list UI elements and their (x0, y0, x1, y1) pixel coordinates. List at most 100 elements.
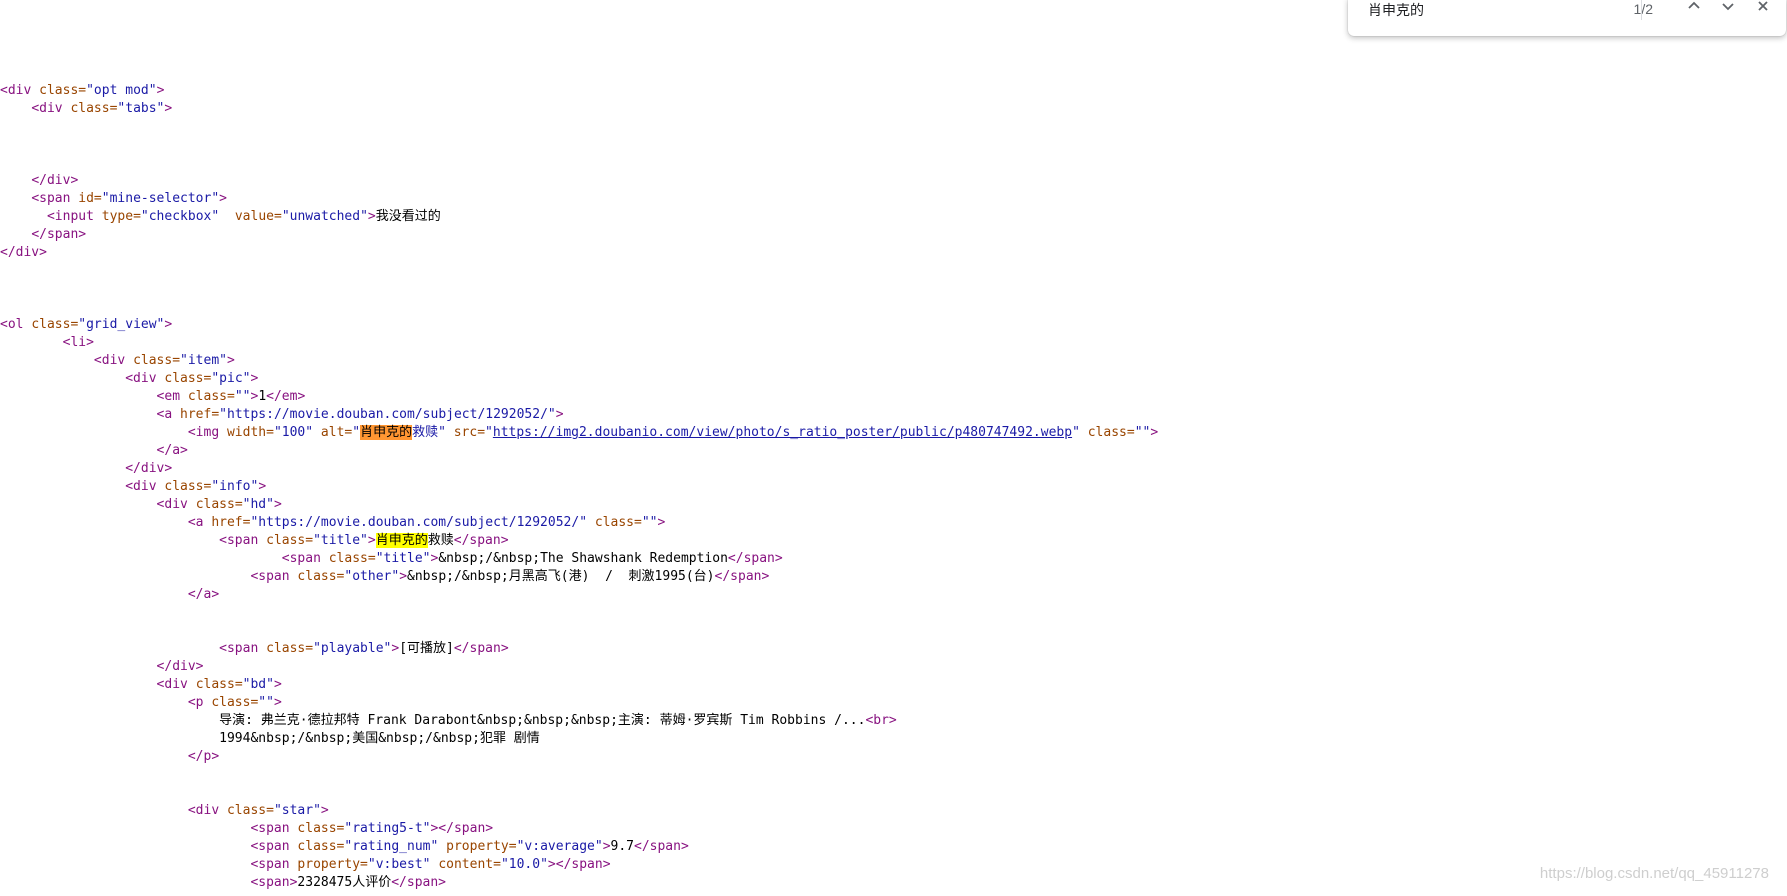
source-line: </div> (0, 460, 1158, 478)
find-next-button[interactable] (1716, 0, 1740, 18)
code-attr-name: class= (187, 389, 235, 404)
code-tag: <div (187, 803, 227, 818)
source-line: <em class="">1</em> (0, 388, 1158, 406)
code-attr-name: class= (328, 551, 376, 566)
code-tag: > (250, 371, 259, 386)
find-divider (1641, 0, 1642, 20)
source-line: <span class="rating5-t"></span> (0, 820, 1158, 838)
find-close-button[interactable] (1751, 0, 1775, 18)
code-attr-value: "hd" (242, 497, 274, 512)
code-text: 我没看过的 (375, 209, 441, 224)
code-link[interactable]: https://img2.doubanio.com/view/photo/s_r… (493, 425, 1072, 440)
code-attr-name: class= (164, 479, 212, 494)
code-attr-value: "100" (273, 425, 314, 440)
code-tag: > (555, 407, 564, 422)
source-line (0, 604, 1158, 622)
source-line: <div class="star"> (0, 802, 1158, 820)
code-tag: <a (156, 407, 181, 422)
code-tag: > (367, 533, 376, 548)
code-attr-name: alt= (320, 425, 353, 440)
code-tag: <span (250, 569, 298, 584)
find-prev-button[interactable] (1682, 0, 1706, 18)
find-highlight: 肖申克的 (375, 533, 428, 548)
source-line (0, 280, 1158, 298)
code-tag: > (273, 695, 282, 710)
code-tag: </a> (156, 443, 188, 458)
find-match-count: 1/2 (1633, 1, 1653, 17)
source-line (0, 766, 1158, 784)
source-line (0, 136, 1158, 154)
source-line (0, 262, 1158, 280)
code-tag: </div> (156, 659, 204, 674)
code-tag: > (164, 317, 173, 332)
code-tag: ></span> (430, 821, 494, 836)
source-line: <div class="opt mod"> (0, 82, 1158, 100)
source-line (0, 622, 1158, 640)
code-text: 救赎 (427, 533, 454, 548)
code-tag: <span (219, 641, 267, 656)
source-line: <div class="pic"> (0, 370, 1158, 388)
code-tag: </span> (453, 533, 509, 548)
code-attr-name: class= (211, 695, 259, 710)
code-tag: </span> (634, 839, 689, 854)
code-attr-value: "unwatched" (281, 209, 368, 224)
source-line: <span property="v:best" content="10.0"><… (0, 856, 1158, 874)
code-attr-name: property= (297, 857, 368, 872)
code-attr-value: " (352, 425, 361, 440)
code-tag: <input (46, 209, 102, 224)
source-line: <div class="hd"> (0, 496, 1158, 514)
code-tag: > (164, 101, 173, 116)
source-line: <span id="mine-selector"> (0, 190, 1158, 208)
code-attr-name: class= (594, 515, 642, 530)
code-attr-name: id= (78, 191, 102, 206)
code-tag: <span (281, 551, 329, 566)
code-attr-value: "info" (211, 479, 259, 494)
code-attr-name: class= (133, 353, 181, 368)
source-line: </p> (0, 748, 1158, 766)
code-attr-value: 救赎" (412, 425, 446, 440)
code-tag: > (602, 839, 611, 854)
code-tag: > (1150, 425, 1159, 440)
code-text: [可播放] (399, 641, 454, 656)
source-line: </a> (0, 586, 1158, 604)
code-tag: <div (125, 371, 165, 386)
code-attr-name: class= (31, 317, 79, 332)
code-tag: > (367, 209, 376, 224)
source-line (0, 154, 1158, 172)
code-tag: > (227, 353, 235, 368)
source-line: <span class="title">&nbsp;/&nbsp;The Sha… (0, 550, 1158, 568)
code-tag: </p> (187, 749, 220, 764)
code-attr-value: "opt mod" (86, 83, 157, 98)
code-attr-value: "mine-selector" (101, 191, 220, 206)
code-attr-value: "grid_view" (78, 317, 165, 332)
find-bar: 1/2 (1348, 0, 1786, 36)
source-line: <img width="100" alt="肖申克的救赎" src="https… (0, 424, 1158, 442)
chevron-down-icon (1722, 3, 1734, 11)
source-line (0, 784, 1158, 802)
source-line: <div class="item"> (0, 352, 1158, 370)
source-line (0, 298, 1158, 316)
code-tag: <span (219, 533, 267, 548)
code-attr-value: "pic" (211, 371, 251, 386)
code-attr-name: href= (180, 407, 220, 422)
code-text: 导演: 弗兰克·德拉邦特 Frank Darabont&nbsp;&nbsp;&… (219, 713, 866, 728)
watermark: https://blog.csdn.net/qq_45911278 (1539, 865, 1769, 882)
source-line: </div> (0, 244, 1158, 262)
source-line: 导演: 弗兰克·德拉邦特 Frank Darabont&nbsp;&nbsp;&… (0, 712, 1158, 730)
code-tag: <span (250, 839, 298, 854)
code-tag: <br> (865, 713, 897, 728)
source-line: <div class="bd"> (0, 676, 1158, 694)
code-attr-value: "https://movie.douban.com/subject/129205… (219, 407, 556, 422)
code-tag: > (156, 83, 165, 98)
code-text: 2328475人评价 (297, 875, 392, 890)
source-line: <span class="rating_num" property="v:ave… (0, 838, 1158, 856)
code-attr-name: href= (211, 515, 251, 530)
code-tag: <li> (62, 335, 94, 350)
code-attr-value: "tabs" (117, 101, 165, 116)
source-line: <span class="title">肖申克的救赎</span> (0, 532, 1158, 550)
